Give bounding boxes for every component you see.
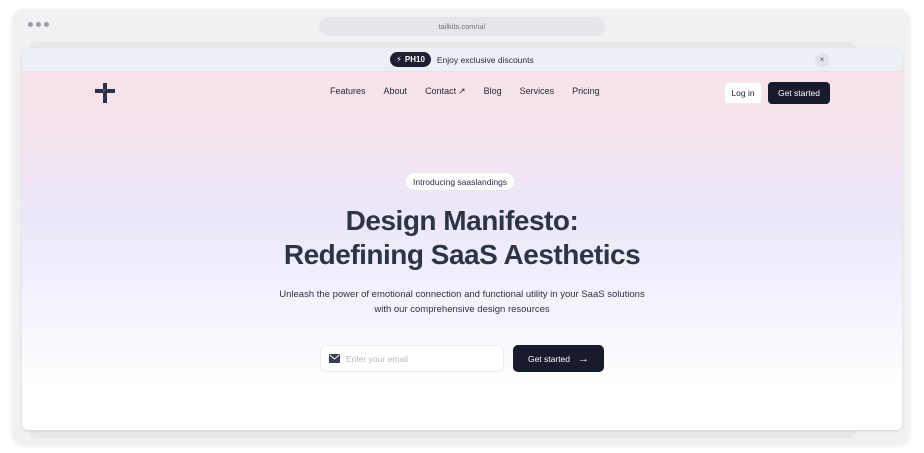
hero-title-line-1: Design Manifesto:: [345, 205, 579, 236]
nav-contact[interactable]: Contact ↗: [425, 86, 466, 97]
mail-icon: [329, 354, 340, 363]
nav-services[interactable]: Services: [520, 86, 555, 97]
hero-title-line-2: Redefining SaaS Aesthetics: [283, 239, 641, 270]
nav-blog[interactable]: Blog: [484, 86, 502, 97]
email-form: [320, 345, 504, 372]
lightning-icon: ⚡: [396, 55, 402, 64]
intro-badge[interactable]: Introducing saaslandings: [405, 172, 516, 191]
nav-contact-label: Contact: [425, 86, 457, 96]
email-input[interactable]: [346, 353, 486, 364]
header-get-started-button[interactable]: Get started: [768, 82, 830, 104]
external-arrow-icon: ↗: [458, 86, 466, 96]
brand-logo-icon[interactable]: [94, 82, 116, 104]
page-window: ⚡ PH10 Enjoy exclusive discounts × Featu…: [22, 48, 902, 430]
promo-code-badge[interactable]: ⚡ PH10: [390, 52, 431, 67]
promo-text: Enjoy exclusive discounts: [436, 54, 534, 65]
hero-title: Design Manifesto: Redefining SaaS Aesthe…: [22, 204, 902, 272]
window-dots-icon: [28, 22, 49, 27]
nav-features[interactable]: Features: [330, 86, 366, 97]
nav-pricing[interactable]: Pricing: [572, 86, 600, 97]
promo-code: PH10: [404, 55, 425, 64]
close-icon[interactable]: ×: [815, 53, 829, 67]
arrow-right-icon: →: [578, 352, 590, 365]
hero-get-started-button[interactable]: Get started →: [513, 345, 604, 372]
cta-label: Get started: [527, 353, 571, 364]
address-bar[interactable]: tailkits.com/ui/: [319, 17, 605, 36]
nav-about[interactable]: About: [384, 86, 408, 97]
login-button[interactable]: Log in: [724, 82, 762, 104]
main-nav: Features About Contact ↗ Blog Services Pr…: [330, 86, 618, 97]
promo-bar: ⚡ PH10 Enjoy exclusive discounts ×: [22, 48, 902, 72]
hero-subtitle: Unleash the power of emotional connectio…: [279, 289, 645, 315]
